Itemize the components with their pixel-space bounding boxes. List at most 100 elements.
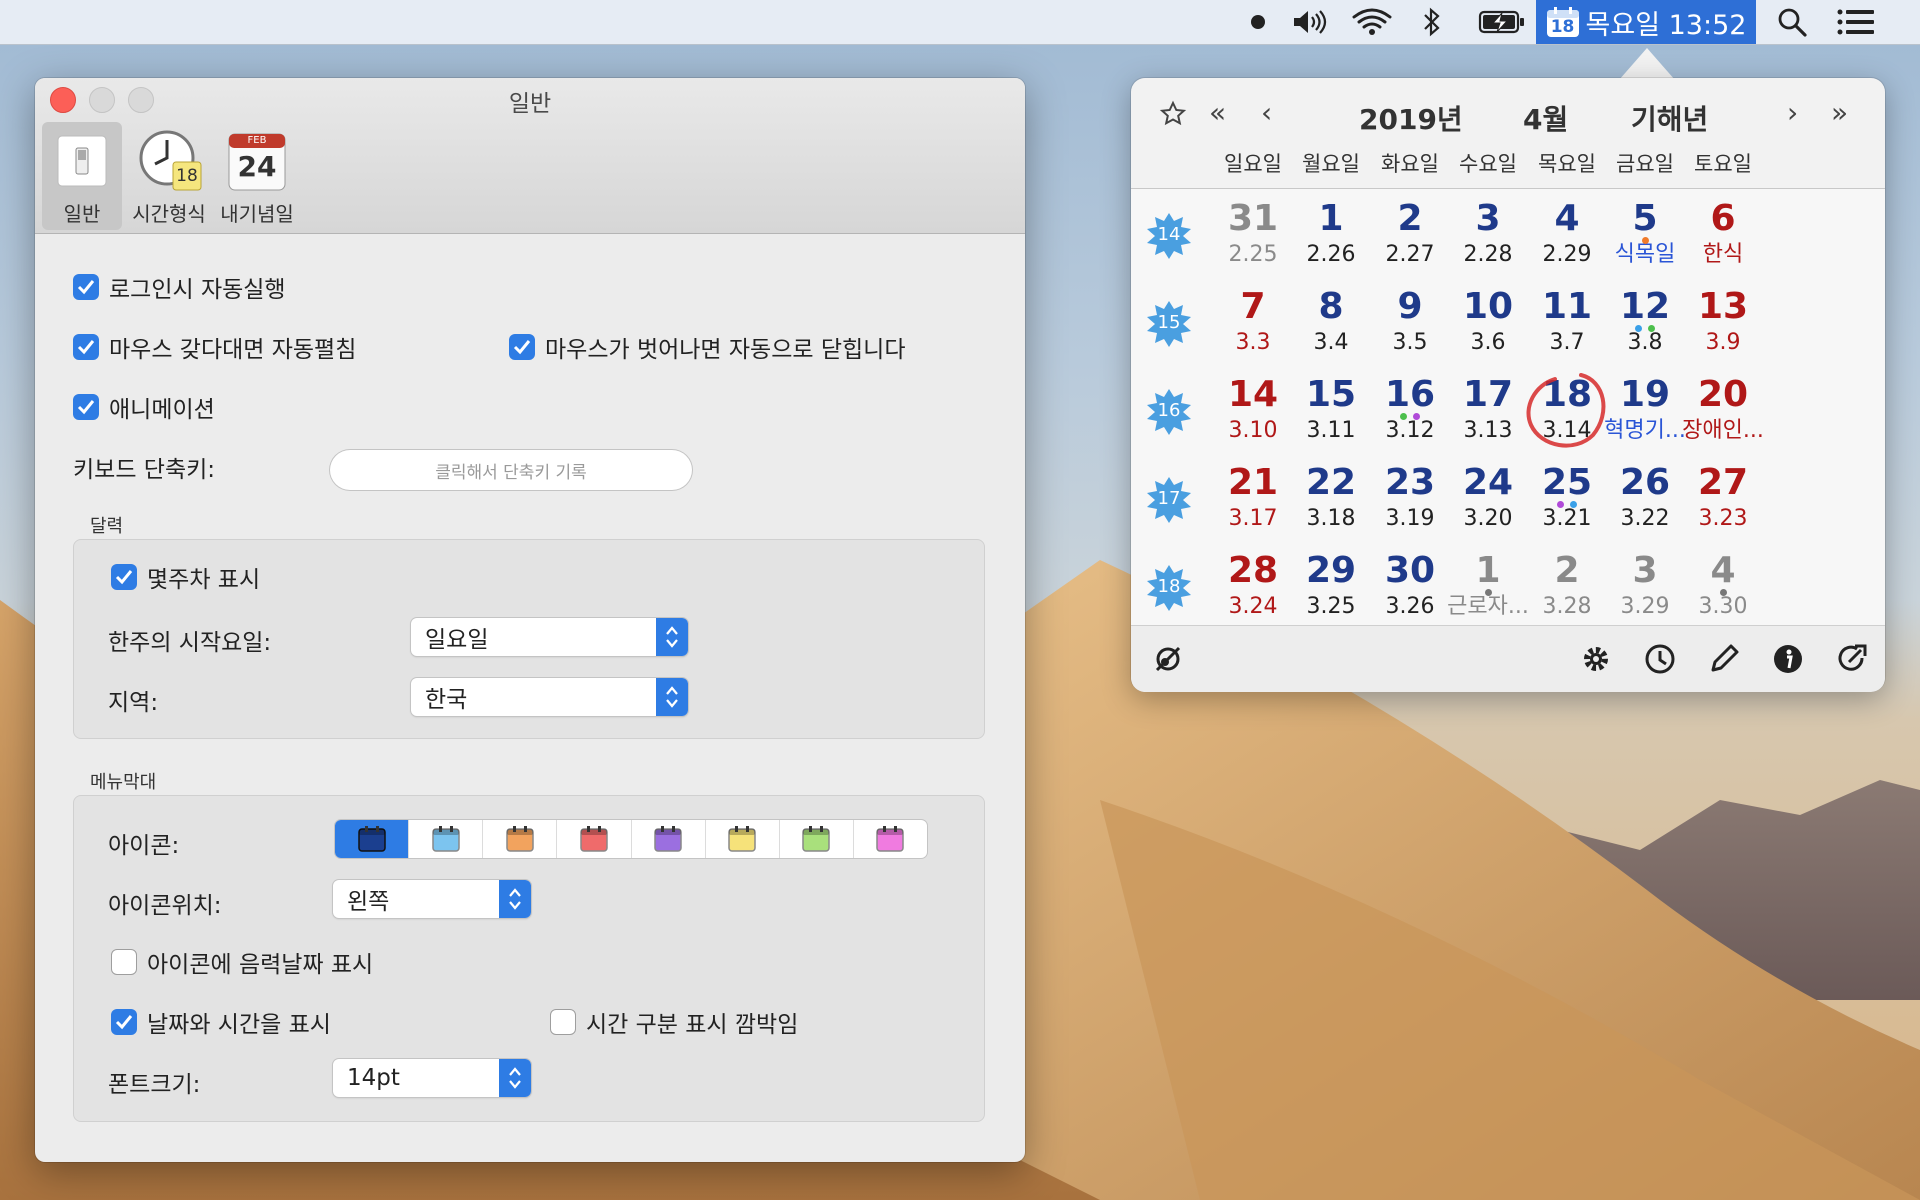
lunar-date: 3.9 <box>1705 330 1741 355</box>
clock-icon[interactable] <box>1643 642 1677 676</box>
event-dot <box>1641 237 1649 244</box>
auto-close-leave-checkbox[interactable]: 마우스가 벗어나면 자동으로 닫힙니다 <box>509 330 906 364</box>
icon-color-option[interactable] <box>854 820 927 858</box>
animation-checkbox[interactable]: 애니메이션 <box>73 390 215 424</box>
star-icon[interactable] <box>1159 100 1187 135</box>
tab-time-format-label: 시간형식 <box>132 202 206 226</box>
pencil-icon[interactable] <box>1707 642 1741 676</box>
menubar-group-title: 메뉴막대 <box>90 772 157 793</box>
font-size-select[interactable]: 14pt <box>333 1059 531 1097</box>
prev-month-button[interactable]: ‹ <box>1261 96 1272 129</box>
region-label: 지역: <box>108 690 159 716</box>
day-event-label: 한식 <box>1702 242 1744 267</box>
prev-year-button[interactable]: « <box>1209 96 1226 129</box>
icon-color-option[interactable] <box>483 820 558 858</box>
info-icon[interactable] <box>1771 642 1805 676</box>
icon-color-option[interactable] <box>409 820 484 858</box>
tab-general-label: 일반 <box>63 202 101 226</box>
auto-close-leave-label: 마우스가 벗어나면 자동으로 닫힙니다 <box>545 337 906 363</box>
show-lunar-on-icon-checkbox[interactable]: 아이콘에 음력날짜 표시 <box>111 945 373 979</box>
event-dot <box>1484 589 1492 596</box>
calendar-date-icon: FEB 24 <box>223 128 291 194</box>
volume-icon[interactable] <box>1288 0 1330 44</box>
icon-color-picker[interactable] <box>335 820 927 858</box>
blink-separator-checkbox[interactable]: 시간 구분 표시 깜박임 <box>550 1005 798 1039</box>
show-week-number-checkbox[interactable]: 몇주차 표시 <box>111 560 260 594</box>
window-toolbar: 일반 일반 18 시간형식 FEB 24 내기념일 <box>35 78 1025 234</box>
next-year-button[interactable]: » <box>1831 96 1848 129</box>
icon-color-option[interactable] <box>557 820 632 858</box>
checkbox-check <box>111 1009 137 1035</box>
clock-icon-badge: 18 <box>176 166 198 186</box>
week-number: 15 <box>1157 312 1181 333</box>
switch-icon <box>48 128 116 194</box>
shortcut-recorder[interactable]: 클릭해서 단축키 기록 <box>330 450 692 490</box>
icon-color-option[interactable] <box>335 820 410 858</box>
icon-position-select[interactable]: 왼쪽 <box>333 880 531 918</box>
week-start-value: 일요일 <box>425 627 489 653</box>
tab-time-format[interactable]: 18 시간형식 <box>127 122 211 230</box>
checkbox-box <box>550 1009 576 1035</box>
calendar-color-icon <box>357 826 386 852</box>
day-number: 20 <box>1697 374 1749 415</box>
chevron-updown-icon <box>499 1059 531 1097</box>
icon-color-option[interactable] <box>706 820 780 858</box>
calendar-day[interactable]: 6 한식 <box>1675 199 1771 271</box>
window-title: 일반 <box>508 91 552 117</box>
refresh-icon[interactable] <box>1835 642 1869 676</box>
event-dot <box>1570 501 1577 508</box>
launch-at-login-checkbox[interactable]: 로그인시 자동실행 <box>73 270 286 304</box>
checkbox-check <box>73 394 99 420</box>
week-number-badge: 18 <box>1143 561 1195 613</box>
menubar-clock-text: 목요일 13:52 <box>1585 9 1747 41</box>
week-start-select[interactable]: 일요일 <box>411 618 688 656</box>
calendar-year[interactable]: 2019년 <box>1359 98 1463 138</box>
region-select[interactable]: 한국 <box>411 678 688 716</box>
week-start-label: 한주의 시작요일: <box>108 630 272 656</box>
calendar-color-icon <box>876 826 905 852</box>
week-number-badge: 16 <box>1143 385 1195 437</box>
battery-charging-icon[interactable] <box>1476 0 1528 44</box>
calendar-grid: 14 31 2.25 1 2.26 2 2.27 3 2.28 4 2.29 5 식목일 6 한식 15 7 3.… <box>1131 189 1885 625</box>
icon-position-label: 아이콘위치: <box>108 893 222 919</box>
region-value: 한국 <box>425 687 468 713</box>
auto-open-hover-checkbox[interactable]: 마우스 갖다대면 자동펼침 <box>73 330 356 364</box>
day-number: 13 <box>1697 286 1749 327</box>
chevron-updown-icon <box>656 678 688 716</box>
wifi-icon[interactable] <box>1348 0 1396 44</box>
calendar-day[interactable]: 20 장애인... <box>1675 375 1771 447</box>
calendar-month[interactable]: 4월 <box>1523 98 1568 138</box>
event-dot <box>1557 501 1564 508</box>
record-dot-icon[interactable] <box>1240 0 1276 44</box>
checkbox-box <box>111 949 137 975</box>
calendar-icon: 18 <box>1546 6 1580 38</box>
show-date-time-checkbox[interactable]: 날짜와 시간을 표시 <box>111 1005 331 1039</box>
week-number: 16 <box>1157 400 1181 421</box>
calendar-color-icon <box>580 826 608 852</box>
tab-anniversaries[interactable]: FEB 24 내기념일 <box>215 122 299 230</box>
checkbox-check <box>73 274 99 300</box>
calendar-popover: « ‹ 2019년 4월 기해년 › » 일요일 월요일 화요일 수요일 목요일 금요일 토… <box>1131 78 1885 692</box>
spotlight-search-icon[interactable] <box>1772 0 1812 44</box>
event-dot <box>1719 589 1727 596</box>
calendar-day[interactable]: 13 3.9 <box>1675 287 1771 359</box>
preferences-window: 일반 일반 18 시간형식 FEB 24 내기념일 로그인시 자동실행 마우스 … <box>35 78 1025 1162</box>
calendar-color-icon <box>728 826 756 852</box>
link-icon[interactable] <box>1151 642 1185 676</box>
menubar-calendar-clock[interactable]: 18 목요일 13:52 <box>1536 0 1756 44</box>
next-month-button[interactable]: › <box>1787 96 1798 129</box>
settings-gear-icon[interactable] <box>1579 642 1613 676</box>
calendar-day[interactable]: 4 3.30 <box>1675 551 1771 623</box>
tab-general[interactable]: 일반 <box>42 122 122 230</box>
show-date-time-label: 날짜와 시간을 표시 <box>147 1012 331 1038</box>
notification-center-icon[interactable] <box>1834 0 1878 44</box>
tab-anniversaries-label: 내기념일 <box>220 202 294 226</box>
icon-color-option[interactable] <box>780 820 854 858</box>
checkbox-check <box>73 334 99 360</box>
chevron-updown-icon <box>499 880 531 918</box>
bluetooth-icon[interactable] <box>1414 0 1450 44</box>
icon-color-option[interactable] <box>632 820 706 858</box>
week-number-badge: 17 <box>1143 473 1195 525</box>
calendar-color-icon <box>654 826 682 852</box>
calendar-day[interactable]: 27 3.23 <box>1675 463 1771 535</box>
